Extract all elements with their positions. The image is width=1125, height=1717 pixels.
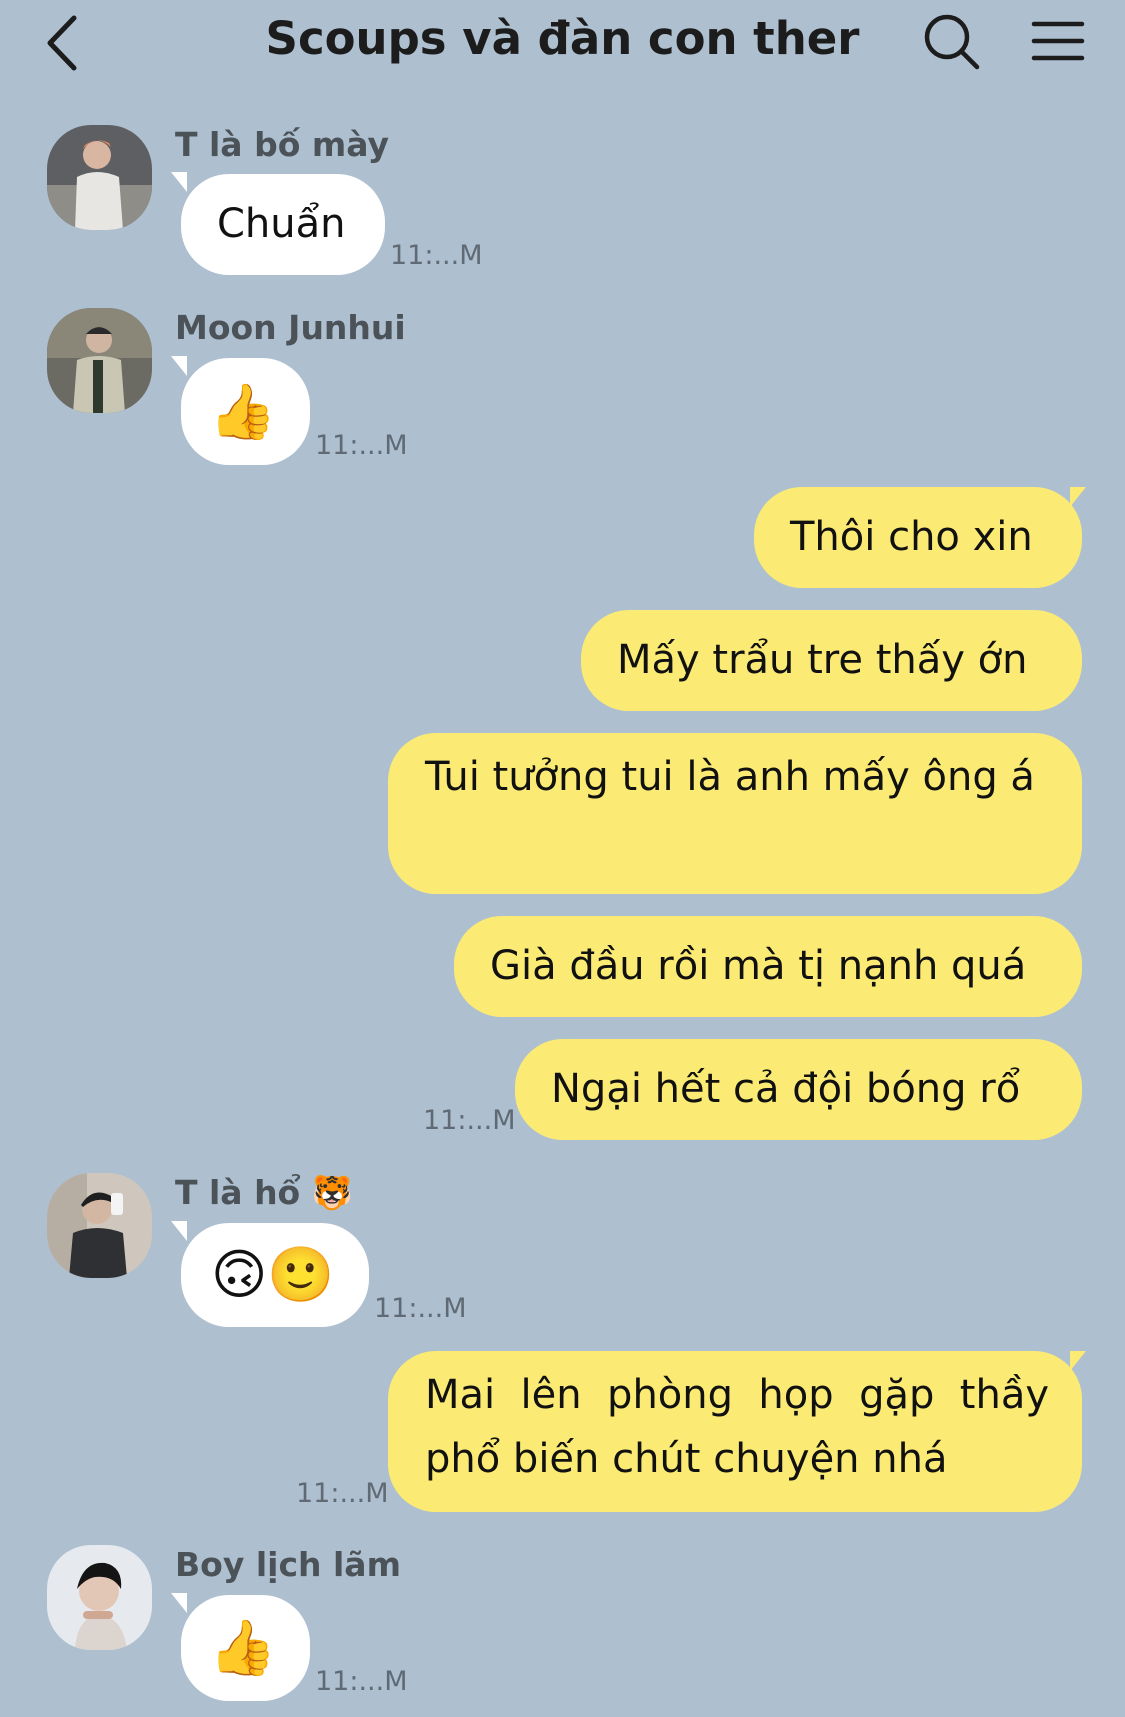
message-time: 11:...M: [390, 240, 483, 271]
message-bubble[interactable]: Tui tưởng tui là anh mấy ông á: [388, 733, 1082, 894]
message-bubble[interactable]: Chuẩn: [181, 174, 385, 275]
search-icon[interactable]: [920, 10, 982, 72]
message-bubble[interactable]: Thôi cho xin: [754, 487, 1082, 588]
message-bubble[interactable]: 👍: [181, 1595, 310, 1701]
chat-title: Scoups và đàn con ther: [265, 12, 860, 65]
message-bubble[interactable]: Già đầu rồi mà tị nạnh quá: [454, 916, 1082, 1017]
sender-name: T là hổ 🐯: [175, 1173, 353, 1212]
bubble-tail: [171, 172, 187, 192]
bubble-tail: [1070, 487, 1086, 507]
avatar[interactable]: [47, 1545, 152, 1650]
message-bubble[interactable]: 🙃🙂: [181, 1223, 369, 1327]
sender-name: Boy lịch lãm: [175, 1545, 401, 1584]
message-bubble[interactable]: 👍: [181, 358, 310, 465]
message-time: 11:...M: [315, 1666, 408, 1697]
chat-header: Scoups và đàn con ther: [0, 0, 1125, 90]
message-time: 11:...M: [423, 1105, 516, 1136]
sender-name: T là bố mày: [175, 125, 390, 164]
message-bubble[interactable]: Mai lên phòng họp gặp thầy phổ biến chút…: [388, 1351, 1082, 1512]
avatar[interactable]: [47, 1173, 152, 1278]
avatar[interactable]: [47, 125, 152, 230]
message-time: 11:...M: [315, 430, 408, 461]
hamburger-menu-icon[interactable]: [1030, 16, 1086, 66]
bubble-tail: [171, 1221, 187, 1241]
sender-name: Moon Junhui: [175, 308, 406, 347]
bubble-tail: [171, 356, 187, 376]
message-bubble[interactable]: Ngại hết cả đội bóng rổ: [515, 1039, 1082, 1140]
message-time: 11:...M: [296, 1478, 389, 1509]
chevron-left-icon[interactable]: [40, 8, 90, 78]
message-time: 11:...M: [374, 1293, 467, 1324]
bubble-tail: [1070, 1351, 1086, 1371]
avatar[interactable]: [47, 308, 152, 413]
bubble-tail: [171, 1593, 187, 1613]
message-bubble[interactable]: Mấy trẩu tre thấy ớn: [581, 610, 1082, 711]
